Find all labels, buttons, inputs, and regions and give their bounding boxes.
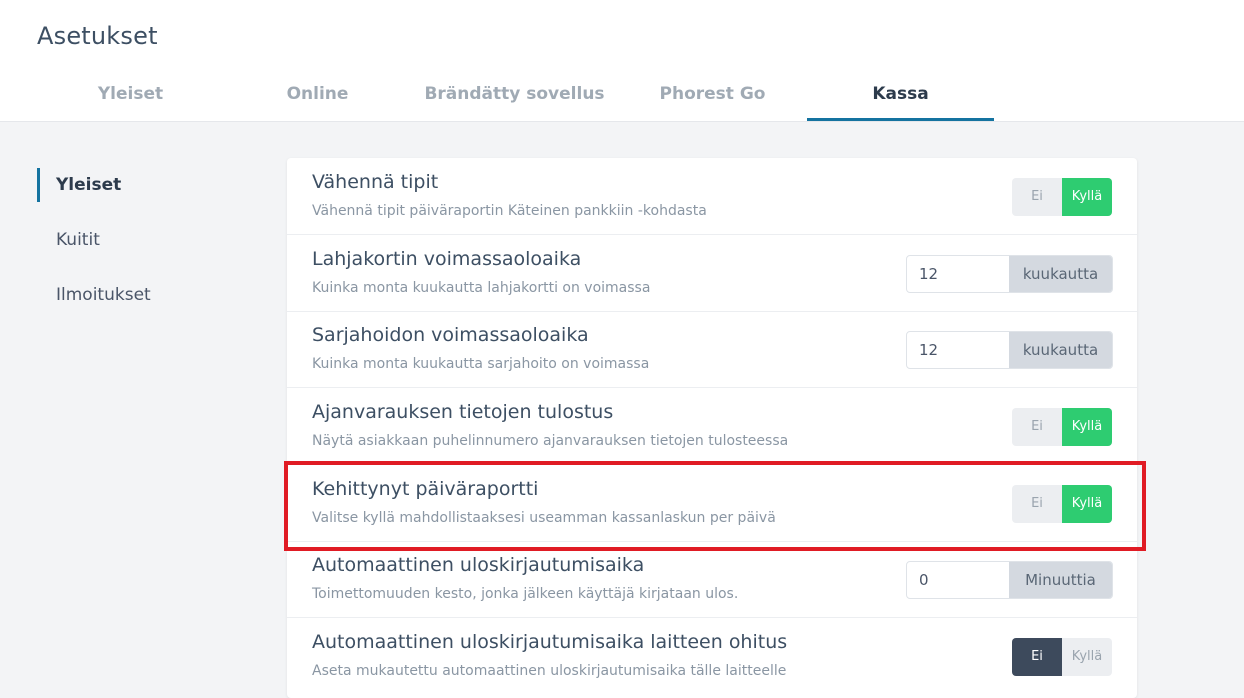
logout-minutes-field: Minuuttia <box>906 561 1113 599</box>
lahjakortti-months-input[interactable] <box>907 256 1020 292</box>
setting-description: Toimettomuuden kesto, jonka jälkeen käyt… <box>312 586 739 602</box>
toggle-yes-button[interactable]: Kyllä <box>1062 638 1112 676</box>
sarjahoito-months-input[interactable] <box>907 332 1020 368</box>
setting-row-sarjahoidon-voimassaoloaika: Sarjahoidon voimassaoloaika Kuinka monta… <box>287 311 1137 388</box>
toggle-yes-button[interactable]: Kyllä <box>1062 485 1112 523</box>
sidebar-item-kuitit[interactable]: Kuitit <box>37 223 276 257</box>
page-title: Asetukset <box>37 22 158 50</box>
tab-phorest-go[interactable]: Phorest Go <box>619 70 806 118</box>
tab-brandatty-sovellus[interactable]: Brändätty sovellus <box>421 70 608 118</box>
setting-title: Automaattinen uloskirjautumisaika <box>312 554 645 576</box>
setting-description: Aseta mukautettu automaattinen uloskirja… <box>312 663 787 679</box>
setting-title: Kehittynyt päiväraportti <box>312 478 539 500</box>
setting-row-lahjakortin-voimassaoloaika: Lahjakortin voimassaoloaika Kuinka monta… <box>287 235 1137 312</box>
settings-card: Vähennä tipit Vähennä tipit päiväraporti… <box>287 158 1137 698</box>
vahenna-tipit-toggle: Ei Kyllä <box>1012 178 1112 216</box>
setting-title: Ajanvarauksen tietojen tulostus <box>312 401 614 423</box>
setting-description: Näytä asiakkaan puhelinnumero ajanvarauk… <box>312 433 789 449</box>
toggle-no-button[interactable]: Ei <box>1012 638 1062 676</box>
setting-row-kehittynyt-paivaraportti: Kehittynyt päiväraportti Valitse kyllä m… <box>287 465 1137 542</box>
setting-title: Automaattinen uloskirjautumisaika laitte… <box>312 631 788 653</box>
setting-description: Vähennä tipit päiväraportin Käteinen pan… <box>312 203 707 219</box>
setting-row-ajanvarauksen-tulostus: Ajanvarauksen tietojen tulostus Näytä as… <box>287 388 1137 465</box>
toggle-yes-button[interactable]: Kyllä <box>1062 408 1112 446</box>
sidebar-item-yleiset[interactable]: Yleiset <box>37 168 276 202</box>
logout-minutes-input[interactable] <box>907 562 1020 598</box>
setting-row-automaattinen-uloskirjautumisaika: Automaattinen uloskirjautumisaika Toimet… <box>287 541 1137 618</box>
unit-label: Minuuttia <box>1009 562 1112 598</box>
setting-description: Kuinka monta kuukautta lahjakortti on vo… <box>312 280 651 296</box>
sarjahoito-months-field: kuukautta <box>906 331 1113 369</box>
kehittynyt-paivaraportti-toggle: Ei Kyllä <box>1012 485 1112 523</box>
ajanvaraus-tulostus-toggle: Ei Kyllä <box>1012 408 1112 446</box>
toggle-no-button[interactable]: Ei <box>1012 408 1062 446</box>
setting-title: Lahjakortin voimassaoloaika <box>312 248 582 270</box>
setting-row-laitteen-ohitus: Automaattinen uloskirjautumisaika laitte… <box>287 618 1137 694</box>
sidebar-item-ilmoitukset[interactable]: Ilmoitukset <box>37 278 276 312</box>
tab-kassa[interactable]: Kassa <box>807 70 994 121</box>
unit-label: kuukautta <box>1009 256 1112 292</box>
unit-label: kuukautta <box>1009 332 1112 368</box>
laitteen-ohitus-toggle: Ei Kyllä <box>1012 638 1112 676</box>
tab-online[interactable]: Online <box>224 70 411 118</box>
header: Asetukset Yleiset Online Brändätty sovel… <box>0 0 1244 122</box>
toggle-yes-button[interactable]: Kyllä <box>1062 178 1112 216</box>
setting-description: Kuinka monta kuukautta sarjahoito on voi… <box>312 356 650 372</box>
setting-row-vahenna-tipit: Vähennä tipit Vähennä tipit päiväraporti… <box>287 158 1137 235</box>
setting-title: Sarjahoidon voimassaoloaika <box>312 324 589 346</box>
setting-description: Valitse kyllä mahdollistaaksesi useamman… <box>312 510 776 526</box>
toggle-no-button[interactable]: Ei <box>1012 485 1062 523</box>
toggle-no-button[interactable]: Ei <box>1012 178 1062 216</box>
tab-yleiset[interactable]: Yleiset <box>37 70 224 118</box>
lahjakortti-months-field: kuukautta <box>906 255 1113 293</box>
setting-title: Vähennä tipit <box>312 171 439 193</box>
